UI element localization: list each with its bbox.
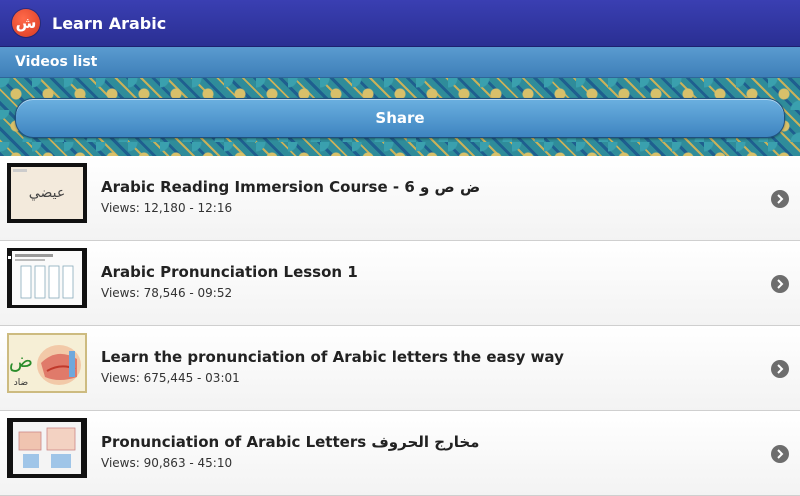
title-bar: ش Learn Arabic <box>0 0 800 47</box>
chevron-right-icon[interactable] <box>771 190 789 208</box>
chevron-right-icon[interactable] <box>771 360 789 378</box>
video-thumbnail: ض ضاد <box>7 333 87 393</box>
video-title: Arabic Pronunciation Lesson 1 <box>101 263 358 281</box>
app-title: Learn Arabic <box>52 13 167 33</box>
video-thumbnail-image <box>7 418 87 478</box>
chevron-right-icon[interactable] <box>771 445 789 463</box>
video-meta: Views: 675,445 - 03:01 <box>101 371 240 385</box>
video-list-item[interactable]: Pronunciation of Arabic Letters مخارج ال… <box>0 411 800 496</box>
share-button[interactable]: Share <box>15 98 785 138</box>
app-logo-icon: ش <box>12 9 40 37</box>
video-meta: Views: 90,863 - 45:10 <box>101 456 233 470</box>
video-thumbnail-image: ض ضاد <box>7 333 87 393</box>
video-list-item[interactable]: عيضي Arabic Reading Immersion Course - 6… <box>0 156 800 241</box>
video-meta: Views: 78,546 - 09:52 <box>101 286 233 300</box>
video-thumbnail <box>7 248 87 308</box>
video-list-item[interactable]: ض ضاد Learn the pronunciation of Arabic … <box>0 326 800 411</box>
thumbnail-arabic-letter: ض <box>9 348 33 372</box>
video-meta: Views: 12,180 - 12:16 <box>101 201 233 215</box>
videos-list-header: Videos list <box>0 47 800 78</box>
chevron-right-icon[interactable] <box>771 275 789 293</box>
video-thumbnail-image: عيضي <box>7 163 87 223</box>
video-list-item[interactable]: Arabic Pronunciation Lesson 1 Views: 78,… <box>0 241 800 326</box>
video-thumbnail <box>7 418 87 478</box>
video-title: Arabic Reading Immersion Course - 6 ض ص … <box>101 178 481 196</box>
video-thumbnail-image <box>7 248 87 308</box>
video-list: عيضي Arabic Reading Immersion Course - 6… <box>0 156 800 496</box>
thumbnail-arabic-caption: ضاد <box>14 378 28 388</box>
video-title: Learn the pronunciation of Arabic letter… <box>101 348 564 366</box>
video-thumbnail: عيضي <box>7 163 87 223</box>
videos-list-label: Videos list <box>15 54 98 70</box>
video-title: Pronunciation of Arabic Letters مخارج ال… <box>101 433 480 451</box>
thumbnail-arabic-word: عيضي <box>29 185 65 201</box>
